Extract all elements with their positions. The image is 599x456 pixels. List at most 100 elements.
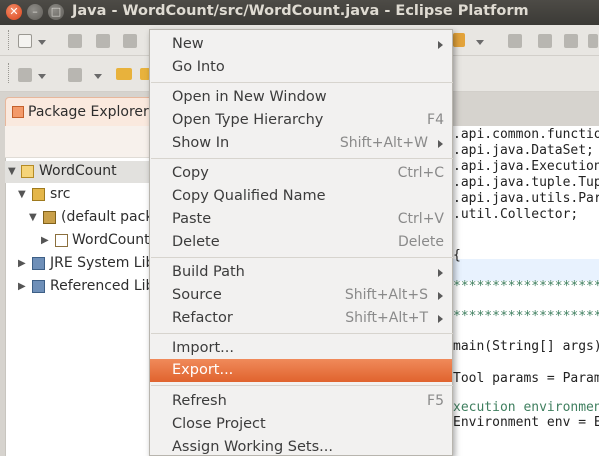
new-wizard-icon[interactable] [18,34,32,48]
chevron-down-icon[interactable] [94,74,102,79]
submenu-arrow-icon [438,292,443,300]
menu-item-new[interactable]: New [150,33,452,56]
code-line: .api.java.tuple.Tup [453,175,599,190]
collapse-icon[interactable]: ▼ [29,212,37,223]
tree-item-wordcount-java[interactable]: ▶ WordCount [5,230,153,252]
document-icon[interactable] [564,34,578,48]
previous-annotation-icon[interactable] [68,68,82,82]
window-title: Java - WordCount/src/WordCount.java - Ec… [72,3,529,19]
search-flashlight-icon[interactable] [453,33,465,47]
tree-item-default-package[interactable]: ▼ (default pack [5,207,153,229]
menu-item-label: New [172,36,204,52]
menu-item-label: Source [172,287,222,303]
menu-item-copy-qualified-name[interactable]: Copy Qualified Name [150,185,452,208]
menu-item-source[interactable]: Source Shift+Alt+S [150,284,452,307]
tree-item-jre-library[interactable]: ▶ JRE System Lib [5,253,155,275]
expand-icon[interactable]: ▶ [18,258,26,269]
menu-item-shortcut: Shift+Alt+W [339,135,428,151]
menu-item-label: Show In [172,135,230,151]
source-folder-icon [32,188,45,201]
expand-icon[interactable]: ▶ [41,235,49,246]
package-explorer-toolbar [5,126,153,158]
menu-item-label: Delete [172,234,220,250]
toolbar-grip[interactable] [8,30,11,50]
menu-item-import[interactable]: Import... [150,337,452,360]
menu-separator [151,158,453,159]
tree-item-src[interactable]: ▼ src [5,184,153,206]
tree-item-label: WordCount [39,163,117,179]
menu-item-shortcut: Delete [398,234,444,250]
print-icon[interactable] [123,34,137,48]
menu-separator [151,82,453,83]
menu-item-label: Copy Qualified Name [172,188,326,204]
tree-item-label: JRE System Lib [50,255,155,271]
menu-item-open-type-hierarchy[interactable]: Open Type Hierarchy F4 [150,109,452,132]
code-line: Tool params = Param [453,371,599,386]
chevron-down-icon[interactable] [476,40,484,45]
submenu-arrow-icon [438,269,443,277]
package-explorer-title: Package Explorer [28,104,149,120]
menu-item-shortcut: Ctrl+V [397,211,444,227]
window-maximize-button[interactable]: □ [48,4,64,20]
window-close-button[interactable]: ✕ [6,4,22,20]
java-editor[interactable]: .api.common.function .api.java.DataSet; … [440,126,599,456]
code-line: Environment env = E [453,415,599,430]
menu-item-shortcut: Shift+Alt+S [344,287,428,303]
menu-item-label: Assign Working Sets... [172,439,334,455]
tree-item-label: Referenced Lib [50,278,155,294]
save-icon[interactable] [68,34,82,48]
edit-icon[interactable] [538,34,552,48]
menu-item-open-in-new-window[interactable]: Open in New Window [150,86,452,109]
menu-item-build-path[interactable]: Build Path [150,261,452,284]
library-icon [32,280,45,293]
code-line: .api.java.DataSet; [453,143,594,158]
chevron-down-icon[interactable] [38,74,46,79]
menu-item-go-into[interactable]: Go Into [150,56,452,79]
window-minimize-button[interactable]: – [27,4,43,20]
package-icon [43,211,56,224]
comment-line: ********************** [453,279,599,294]
expand-icon[interactable]: ▶ [18,281,26,292]
menu-item-label: Build Path [172,264,245,280]
menu-item-export[interactable]: Export... [150,359,452,382]
project-icon [21,165,34,178]
collapse-icon[interactable]: ▼ [8,166,16,177]
copy-icon[interactable] [588,34,598,48]
tab-package-explorer[interactable]: Package Explorer [5,97,153,126]
collapse-icon[interactable]: ▼ [18,189,26,200]
pin-editor-icon[interactable] [508,34,522,48]
menu-item-label: Go Into [172,59,225,75]
menu-item-assign-working-sets[interactable]: Assign Working Sets... [150,436,452,456]
java-file-icon [55,234,68,247]
submenu-arrow-icon [438,315,443,323]
window-titlebar[interactable]: ✕ – □ Java - WordCount/src/WordCount.jav… [0,0,599,25]
context-menu: New Go Into Open in New Window Open Type… [149,29,453,456]
save-all-icon[interactable] [96,34,110,48]
menu-item-copy[interactable]: Copy Ctrl+C [150,162,452,185]
code-line: .util.Collector; [453,207,579,222]
next-annotation-icon[interactable] [18,68,32,82]
menu-separator [151,385,453,386]
library-icon [32,257,45,270]
menu-item-refresh[interactable]: Refresh F5 [150,390,452,413]
tree-item-project[interactable]: ▼ WordCount [5,161,153,183]
code-line: .api.common.function [453,127,599,142]
package-explorer-icon [12,106,24,118]
tree-item-label: WordCount [72,232,150,248]
menu-item-refactor[interactable]: Refactor Shift+Alt+T [150,307,452,330]
menu-item-close-project[interactable]: Close Project [150,413,452,436]
code-line: .api.java.Execution [453,159,599,174]
tree-item-label: (default pack [61,209,154,225]
toolbar-grip[interactable] [8,63,11,83]
menu-item-show-in[interactable]: Show In Shift+Alt+W [150,132,452,155]
tree-item-referenced-libraries[interactable]: ▶ Referenced Lib [5,276,155,298]
menu-item-delete[interactable]: Delete Delete [150,231,452,254]
menu-separator [151,257,453,258]
submenu-arrow-icon [438,140,443,148]
menu-item-label: Open Type Hierarchy [172,112,324,128]
chevron-down-icon[interactable] [38,40,46,45]
menu-item-paste[interactable]: Paste Ctrl+V [150,208,452,231]
current-line-highlight [441,259,599,281]
last-edit-location-icon[interactable] [116,68,132,80]
menu-item-label: Import... [172,340,234,356]
